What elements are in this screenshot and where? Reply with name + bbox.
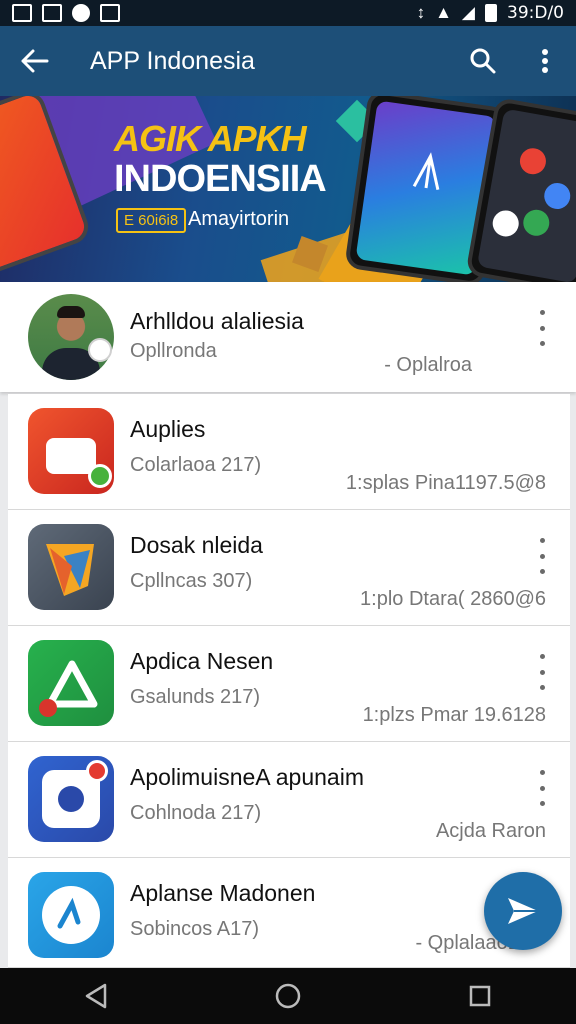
- list-item[interactable]: Apdica Nesen Gsalunds 217) 1:plzs Pmar 1…: [8, 626, 570, 742]
- send-icon: [508, 898, 538, 924]
- badge-icon: [88, 338, 112, 362]
- app-meta: Acjda Raron: [435, 820, 546, 842]
- banner-headline: AGIK APKH: [114, 118, 307, 159]
- app-subtitle: Gsalunds 217): [130, 686, 261, 708]
- more-options-icon[interactable]: [530, 538, 554, 574]
- more-options-icon[interactable]: [530, 310, 554, 346]
- list-item[interactable]: ApolimuisneA apunaim Cohlnoda 217) Acjda…: [8, 742, 570, 858]
- app-meta: 1:splas Pina1197.5@8: [345, 472, 546, 494]
- banner-headline-secondary: INDOENSIIA: [114, 158, 327, 200]
- app-meta: 1:plzs Pmar 19.6128: [362, 704, 546, 726]
- search-icon[interactable]: [452, 26, 514, 96]
- app-subtitle: Cohlnoda 217): [130, 802, 262, 824]
- app-bar: APP Indonesia: [0, 26, 576, 96]
- app-title: Aplanse Madonen: [130, 880, 316, 906]
- app-subtitle: Sobincos A17): [130, 918, 259, 940]
- promo-banner[interactable]: AGIK APKH INDOENSIIA E 60i6i8 Amayirtori…: [0, 96, 576, 282]
- app-title: Apdica Nesen: [130, 648, 274, 674]
- featured-title: Arhlldou alaliesia: [130, 308, 304, 334]
- app-title: ApolimuisneA apunaim: [130, 764, 364, 790]
- compose-button[interactable]: [484, 872, 562, 950]
- battery-icon: [485, 4, 497, 22]
- wifi-icon: ▲: [435, 3, 452, 22]
- banner-badge: E 60i6i8: [116, 208, 187, 233]
- app-icon: [28, 640, 114, 726]
- more-options-icon[interactable]: [530, 770, 554, 806]
- message-icon: [100, 4, 120, 22]
- app-icon: [28, 872, 114, 958]
- list-item[interactable]: Auplies Colarlaoa 217) 1:splas Pina1197.…: [8, 394, 570, 510]
- list-item[interactable]: Dosak nleida Cpllncas 307) 1:plo Dtara( …: [8, 510, 570, 626]
- more-options-icon[interactable]: [530, 654, 554, 690]
- app-title: Dosak nleida: [130, 532, 263, 558]
- featured-meta: - Oplalroa: [384, 354, 472, 376]
- system-nav-bar: [0, 968, 576, 1024]
- app-title: Auplies: [130, 416, 206, 442]
- signal-icon: ◢: [461, 3, 475, 22]
- app-subtitle: Cpllncas 307): [130, 570, 253, 592]
- status-bar: ↕ ▲ ◢ 39:D/0: [0, 0, 576, 26]
- nav-home-icon[interactable]: [248, 968, 328, 1024]
- featured-item[interactable]: Arhlldou alaliesia Opllronda - Oplalroa: [0, 282, 576, 392]
- nav-recents-icon[interactable]: [440, 968, 520, 1024]
- gallery-icon: [12, 4, 32, 22]
- banner-subtitle: Amayirtorin: [188, 208, 290, 230]
- app-icon: [28, 408, 114, 494]
- app-meta: 1:plo Dtara( 2860@6: [360, 588, 546, 610]
- status-time: 39:D/0: [507, 3, 564, 23]
- app-icon: [28, 524, 114, 610]
- avatar: [28, 294, 114, 380]
- overflow-menu-icon[interactable]: [514, 26, 576, 96]
- nav-back-icon[interactable]: [56, 968, 136, 1024]
- vibrate-icon: ↕: [416, 3, 426, 22]
- app-icon: [28, 756, 114, 842]
- app-subtitle: Colarlaoa 217): [130, 454, 262, 476]
- image-icon: [42, 4, 62, 22]
- back-arrow-icon[interactable]: [0, 26, 70, 96]
- notification-dot-icon: [72, 4, 90, 22]
- page-title: APP Indonesia: [90, 46, 255, 75]
- featured-subtitle: Opllronda: [130, 340, 217, 362]
